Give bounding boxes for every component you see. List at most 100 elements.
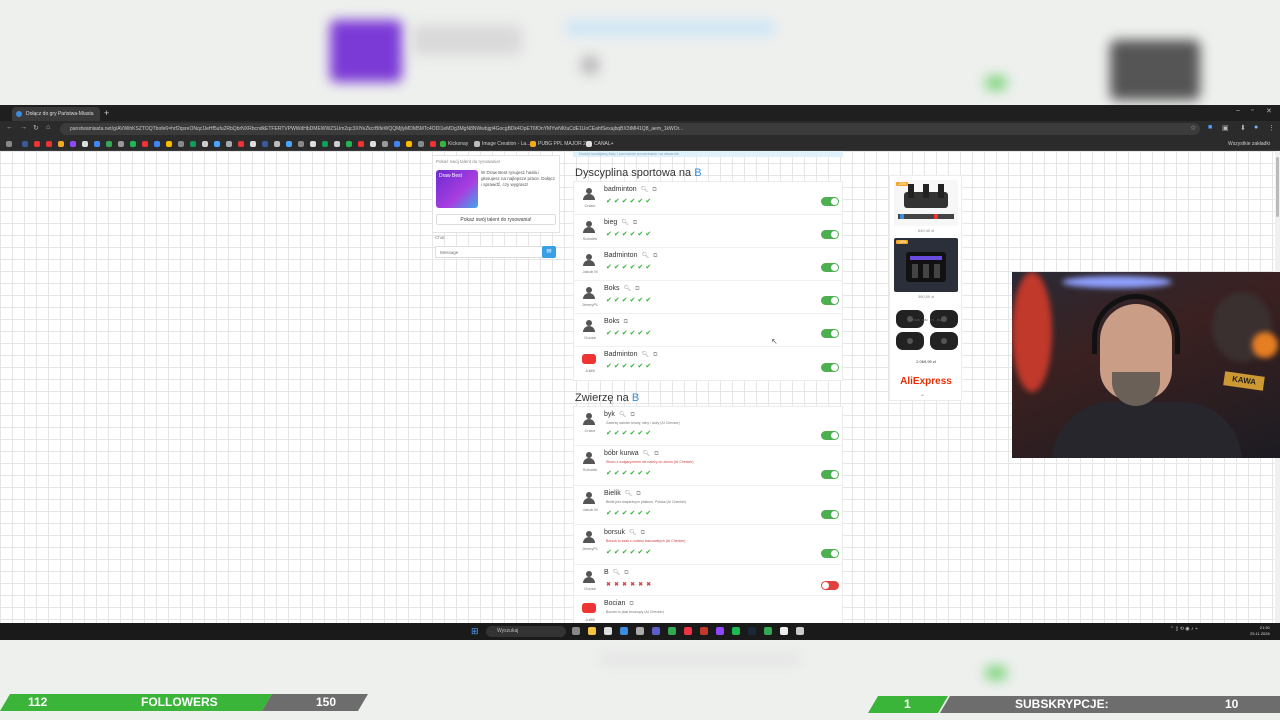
answer-toggle[interactable] [821, 363, 839, 372]
minimize-icon[interactable]: – [1236, 107, 1240, 114]
taskbar-search[interactable]: Wyszukaj [486, 626, 566, 637]
bookmark-icon[interactable] [202, 141, 208, 147]
collapse-caret-icon[interactable]: ⌃ [920, 394, 925, 401]
app-icon[interactable] [620, 627, 628, 635]
bookmark-icon[interactable] [310, 141, 316, 147]
translate-icon[interactable]: ⧉ [631, 412, 635, 418]
app-icon[interactable] [700, 627, 708, 635]
browser-tab[interactable]: Dołącz do gry Państwa-Miasta [12, 107, 100, 121]
bookmark-icon[interactable] [262, 141, 268, 147]
profile-icon[interactable]: ● [1254, 124, 1258, 131]
answer-toggle[interactable] [821, 329, 839, 338]
bookmark-label[interactable]: Image Creation - La... [482, 139, 530, 149]
app-icon[interactable] [780, 627, 788, 635]
search-icon[interactable]: 🔍︎ [641, 352, 649, 358]
bookmark-icon[interactable] [346, 141, 352, 147]
file-explorer-icon[interactable] [588, 627, 596, 635]
bookmark-icon[interactable] [274, 141, 280, 147]
bookmark-icon[interactable] [370, 141, 376, 147]
apps-icon[interactable] [6, 141, 12, 147]
translate-icon[interactable]: ⧉ [653, 253, 657, 259]
app-icon[interactable] [604, 627, 612, 635]
bookmark-icon[interactable] [530, 141, 536, 147]
task-view-icon[interactable] [572, 627, 580, 635]
translate-icon[interactable]: ⧉ [624, 570, 628, 576]
bookmark-icon[interactable] [142, 141, 148, 147]
answer-toggle[interactable] [821, 263, 839, 272]
bookmark-icon[interactable] [130, 141, 136, 147]
bookmark-icon[interactable] [82, 141, 88, 147]
search-icon[interactable]: 🔍︎ [624, 286, 632, 292]
app-icon[interactable] [636, 627, 644, 635]
aliexpress-logo[interactable]: AliExpress [894, 376, 958, 387]
app-icon[interactable] [716, 627, 724, 635]
bookmark-icon[interactable] [440, 141, 446, 147]
bookmark-icon[interactable] [238, 141, 244, 147]
bookmark-icon[interactable] [430, 141, 436, 147]
translate-icon[interactable]: ⧉ [635, 286, 639, 292]
steam-icon[interactable] [748, 627, 756, 635]
translate-icon[interactable]: ⧉ [636, 491, 640, 497]
bookmark-icon[interactable] [586, 141, 592, 147]
system-tray[interactable]: ⌃ ▯ ⟲ ◉ ♪ ⌁ [1170, 626, 1198, 632]
extension-icon[interactable]: ■ [1208, 124, 1212, 131]
ad-product-pedals-box[interactable]: -18% [894, 238, 958, 292]
reload-icon[interactable]: ↻ [33, 124, 39, 132]
chat-input[interactable] [435, 246, 543, 258]
system-clock[interactable]: 21:30 25.11.2026 [1250, 625, 1270, 637]
search-icon[interactable]: 🔍︎ [641, 187, 649, 193]
bookmark-icon[interactable] [358, 141, 364, 147]
obs-icon[interactable] [796, 627, 804, 635]
search-icon[interactable]: 🔍︎ [643, 451, 651, 457]
search-icon[interactable]: 🔍︎ [629, 530, 637, 536]
maximize-icon[interactable]: ▫ [1251, 107, 1253, 114]
address-bar[interactable]: panstwamiasta.net/g/AVWihKSZTOQTbofe6=hr… [60, 123, 1200, 135]
extensions-puzzle-icon[interactable]: ▣ [1222, 124, 1229, 132]
answer-toggle[interactable] [821, 549, 839, 558]
bookmark-icon[interactable] [94, 141, 100, 147]
answer-toggle[interactable] [821, 581, 839, 590]
bookmark-label[interactable]: CANAL+ [594, 139, 614, 149]
bookmark-icon[interactable] [286, 141, 292, 147]
bookmark-icon[interactable] [70, 141, 76, 147]
bookmark-icon[interactable] [106, 141, 112, 147]
bookmark-icon[interactable] [382, 141, 388, 147]
home-icon[interactable]: ⌂ [46, 124, 50, 131]
translate-icon[interactable]: ⧉ [654, 451, 658, 457]
bookmark-icon[interactable] [474, 141, 480, 147]
bookmark-icon[interactable] [214, 141, 220, 147]
answer-toggle[interactable] [821, 431, 839, 440]
bookmark-icon[interactable] [22, 141, 28, 147]
bookmark-icon[interactable] [166, 141, 172, 147]
ad-product-pedals[interactable]: -23% [894, 180, 958, 226]
bookmark-icon[interactable] [34, 141, 40, 147]
search-icon[interactable]: 🔍︎ [641, 253, 649, 259]
answer-toggle[interactable] [821, 197, 839, 206]
search-icon[interactable]: 🔍︎ [625, 491, 633, 497]
star-icon[interactable]: ☆ [1190, 124, 1196, 132]
translate-icon[interactable]: ⧉ [633, 220, 637, 226]
app-icon[interactable] [764, 627, 772, 635]
back-icon[interactable]: ← [6, 124, 13, 131]
bookmark-icon[interactable] [154, 141, 160, 147]
close-icon[interactable]: ✕ [1266, 107, 1272, 115]
forward-icon[interactable]: → [20, 124, 27, 131]
bookmark-icon[interactable] [58, 141, 64, 147]
bookmark-icon[interactable] [118, 141, 124, 147]
bookmark-icon[interactable] [418, 141, 424, 147]
ad-product-wheels[interactable] [894, 306, 958, 356]
app-icon[interactable] [652, 627, 660, 635]
bookmark-icon[interactable] [394, 141, 400, 147]
translate-icon[interactable]: ⧉ [641, 530, 645, 536]
translate-icon[interactable]: ⧉ [652, 187, 656, 193]
answer-toggle[interactable] [821, 296, 839, 305]
bookmark-icon[interactable] [298, 141, 304, 147]
answer-toggle[interactable] [821, 470, 839, 479]
menu-icon[interactable]: ⋮ [1268, 124, 1275, 132]
new-tab-icon[interactable]: + [104, 107, 109, 119]
windows-start-icon[interactable]: ⊞ [471, 627, 480, 636]
search-icon[interactable]: 🔍︎ [613, 570, 621, 576]
search-icon[interactable]: 🔍︎ [621, 220, 629, 226]
chrome-icon[interactable] [668, 627, 676, 635]
answer-toggle[interactable] [821, 230, 839, 239]
